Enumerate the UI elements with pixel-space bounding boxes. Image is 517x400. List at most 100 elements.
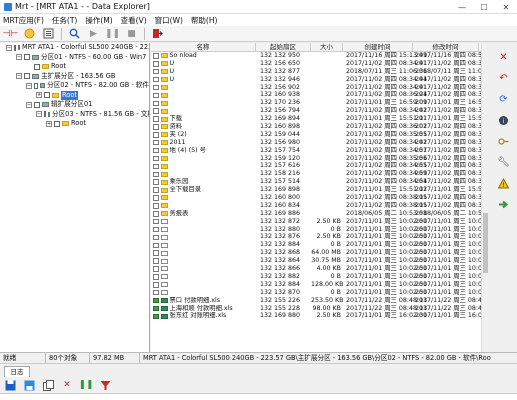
file-row[interactable]: 地 (4) (5) 号 132 157 754 2017/11/02 周四 08:3… [151,147,481,155]
file-row[interactable]: 132 132 882 0 B 2017/11/01 周三 10:02:50 2017… [151,273,481,281]
col-modified-header[interactable]: 修改时间 [413,43,479,51]
tree-node[interactable]: − 分区01 - NTFS - 60.00 GB - Win7 [0,53,149,63]
file-checkbox[interactable] [153,139,159,146]
menu-help[interactable]: 帮助(H) [191,15,218,26]
file-row[interactable]: 132 132 868 64.00 MB 2017/11/01 周三 10:02:5… [151,249,481,257]
col-size-header[interactable]: 大小 [311,43,343,51]
list-icon[interactable] [42,28,55,40]
file-row[interactable]: 132 132 876 2.50 KB 2017/11/01 周三 10:02:50… [151,233,481,241]
exit-arrow-icon[interactable] [498,198,510,210]
scan-icon[interactable] [23,28,36,40]
file-row[interactable]: 务报表 132 169 886 2018/06/05 周二 10:53:58 2018… [151,210,481,218]
file-checkbox[interactable] [153,234,159,241]
file-checkbox[interactable] [153,53,159,59]
copy-icon[interactable] [42,379,54,391]
pause-icon[interactable]: ❚❚ [105,28,120,40]
file-checkbox[interactable] [153,124,159,130]
file-checkbox[interactable] [153,242,159,249]
expand-toggle-icon[interactable]: + [46,120,52,127]
tree-checkbox[interactable] [44,111,46,118]
expand-toggle-icon[interactable]: − [26,101,32,108]
tree-node[interactable]: − 主扩展分区 - 163.56 GB [0,72,149,82]
expand-toggle-icon[interactable]: − [16,54,22,61]
file-row[interactable]: 132 132 884 0 B 2017/11/01 周三 10:02:50 2017… [151,241,481,249]
file-checkbox[interactable] [153,297,159,304]
file-row[interactable]: 乘乐园 132 157 514 2017/11/02 周四 08:34:54 2017… [151,178,481,186]
tree-checkbox[interactable] [34,63,40,70]
file-checkbox[interactable] [153,258,159,264]
tree-checkbox[interactable] [14,44,16,51]
tree-checkbox[interactable] [24,54,30,61]
file-checkbox[interactable] [153,76,159,83]
file-checkbox[interactable] [153,68,159,75]
file-row[interactable]: 132 160 800 2017/11/02 周四 08:38:15 2017/11… [151,194,481,202]
file-checkbox[interactable] [153,100,159,107]
zoom-icon[interactable] [68,28,81,40]
expand-toggle-icon[interactable]: − [6,44,12,51]
tree-node[interactable]: − 分区03 - NTFS - 81.56 GB - 文档 [0,110,149,120]
file-row[interactable]: 上海和顺 付款明细.xls 132 155 228 98.00 KB 2017/11/… [151,305,481,313]
disconnect-icon[interactable]: ⊣⊢ [3,28,19,40]
file-checkbox[interactable] [153,274,159,280]
file-row[interactable]: U 132 132 946 2017/11/02 周四 08:34:44 2017/1… [151,76,481,84]
play-icon[interactable]: ▶ [87,28,100,40]
save-as-icon[interactable] [23,379,35,391]
save-icon[interactable] [4,379,16,391]
file-row[interactable]: 132 159 120 2017/11/02 周四 08:35:56 2017/11… [151,155,481,163]
file-checkbox[interactable] [153,195,159,201]
file-checkbox[interactable] [153,250,159,256]
file-row[interactable]: 132 132 880 0 B 2017/11/01 周三 10:02:50 2017… [151,226,481,234]
file-checkbox[interactable] [153,147,159,154]
file-row[interactable]: 票口 付款明细.xls 132 155 226 253.50 KB 2017/11/2… [151,297,481,305]
back-arrow-icon[interactable]: ↶ [498,72,510,84]
file-row[interactable]: So nload 132 132 950 2017/11/16 周四 15:13:4… [151,52,481,60]
file-row[interactable]: 资料 132 160 898 2017/11/02 周四 08:36:02 2017/… [151,123,481,131]
menu-task[interactable]: 任务(T) [52,15,77,26]
file-checkbox[interactable] [153,116,159,122]
file-checkbox[interactable] [153,211,159,217]
file-checkbox[interactable] [153,305,159,312]
file-row[interactable]: 132 132 866 4.00 KB 2017/11/01 周三 10:02:50… [151,265,481,273]
menu-view[interactable]: 查看(V) [121,15,147,26]
exit-icon[interactable] [151,28,164,40]
file-row[interactable]: 132 160 834 2017/11/02 周四 08:38:15 2017/11… [151,202,481,210]
vertical-scrollbar[interactable] [481,43,489,352]
stop-icon[interactable]: ■ [125,28,138,40]
file-checkbox[interactable] [153,155,159,162]
tree-node[interactable]: − MRT ATA1 - Colorful SL500 240GB - 223.5… [0,43,149,53]
tree-checkbox[interactable] [24,73,30,80]
file-row[interactable]: U 132 132 877 2018/07/11 周三 11:06:36 2018/0… [151,68,481,76]
maximize-button[interactable]: ☐ [473,0,495,14]
minimize-button[interactable]: — [451,0,473,14]
file-checkbox[interactable] [153,61,159,67]
col-created-header[interactable]: 创建时间 [343,43,413,51]
file-checkbox[interactable] [153,84,159,91]
tree-checkbox[interactable] [34,101,40,108]
tree-checkbox[interactable] [34,82,39,89]
file-row[interactable]: 132 156 794 2017/11/02 周四 08:34:42 2017/11… [151,107,481,115]
scrollbar-thumb[interactable] [483,213,488,273]
col-sector-header[interactable]: 起始扇区 [256,43,311,51]
file-checkbox[interactable] [153,187,159,193]
tree-node[interactable]: − 辑扩展分区01 [0,100,149,110]
tree-node[interactable]: + Root [0,90,149,100]
file-row[interactable]: U 132 156 650 2017/11/02 周四 08:34:41 2017/1… [151,60,481,68]
file-row[interactable]: 132 160 938 2017/11/02 周四 08:36:24 2017/11… [151,91,481,99]
file-row[interactable]: 132 132 870 0 B 2017/11/01 周三 10:02:50 2017… [151,289,481,297]
file-checkbox[interactable] [153,179,159,185]
file-checkbox[interactable] [153,163,159,170]
file-checkbox[interactable] [153,92,159,99]
file-row[interactable]: 132 132 872 2.50 KB 2017/11/01 周三 10:02:50… [151,218,481,226]
file-row[interactable]: 132 158 216 2017/11/02 周四 08:34:59 2017/11… [151,170,481,178]
expand-toggle-icon[interactable]: − [26,82,32,89]
tree-checkbox[interactable] [44,92,50,99]
file-checkbox[interactable] [153,313,159,320]
file-row[interactable]: 下载 132 169 894 2017/11/01 周三 15:51:11 2017/… [151,115,481,123]
file-row[interactable]: 全下载目录 132 169 898 2017/11/01 周三 15:51:12 20… [151,186,481,194]
file-row[interactable]: 张东红 对账明细.xls 132 169 880 2.50 KB 2017/11/01… [151,312,481,320]
tree-node[interactable]: Root [0,62,149,72]
close-button[interactable]: ✕ [495,0,517,14]
tree-checkbox[interactable] [54,120,60,127]
file-row[interactable]: 132 156 902 2017/11/02 周四 08:34:41 2017/11… [151,84,481,92]
file-checkbox[interactable] [153,132,159,138]
